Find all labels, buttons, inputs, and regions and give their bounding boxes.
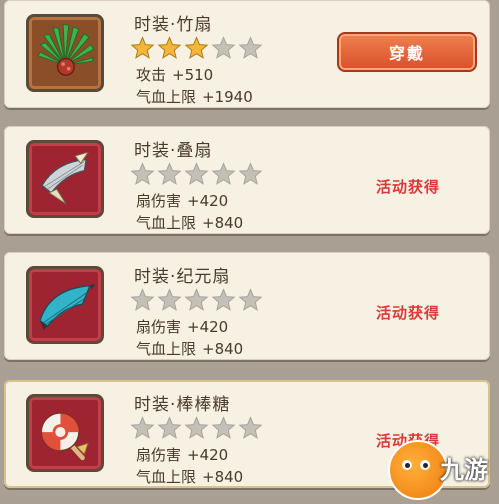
star-filled-icon	[157, 36, 182, 59]
stat-label: 气血上限	[136, 340, 197, 358]
star-empty-icon	[211, 288, 236, 311]
star-filled-icon	[184, 36, 209, 59]
source-label: 活动获得	[376, 304, 441, 322]
item-name: 时装·竹扇	[134, 15, 213, 35]
stat-label: 气血上限	[136, 214, 197, 232]
costume-card-folding-fan: 时装·叠扇 扇伤害 +420 气血上限 +840 活动获得	[4, 126, 490, 234]
star-empty-icon	[238, 162, 263, 185]
watermark-text: 九游	[440, 456, 488, 484]
stat-label: 气血上限	[136, 88, 197, 106]
stat-line: 气血上限 +1940	[136, 86, 253, 107]
star-empty-icon	[157, 416, 182, 439]
item-name: 时装·叠扇	[134, 141, 213, 161]
star-empty-icon	[211, 36, 236, 59]
folding-fan-icon	[26, 140, 104, 218]
costume-card-bamboo-fan: 时装·竹扇 攻击 +510 气血上限 +1940 穿戴	[4, 0, 490, 108]
stat-label: 扇伤害	[136, 192, 182, 210]
stat-line: 扇伤害 +420	[136, 444, 228, 465]
stat-label: 扇伤害	[136, 318, 182, 336]
star-filled-icon	[130, 36, 155, 59]
stat-line: 扇伤害 +420	[136, 316, 228, 337]
bamboo-fan-icon	[26, 14, 104, 92]
star-empty-icon	[157, 162, 182, 185]
star-empty-icon	[157, 288, 182, 311]
stat-line: 气血上限 +840	[136, 466, 243, 487]
epoch-fan-icon	[26, 266, 104, 344]
stat-line: 攻击 +510	[136, 64, 213, 85]
stat-line: 气血上限 +840	[136, 212, 243, 233]
star-empty-icon	[238, 288, 263, 311]
star-rating	[130, 416, 263, 440]
stat-value: +840	[202, 340, 244, 358]
star-empty-icon	[238, 416, 263, 439]
star-rating	[130, 36, 263, 60]
item-name: 时装·纪元扇	[134, 267, 231, 287]
stat-value: +840	[202, 214, 244, 232]
stat-label: 扇伤害	[136, 446, 182, 464]
stat-value: +510	[172, 66, 214, 84]
stat-label: 气血上限	[136, 468, 197, 486]
mascot-icon	[388, 440, 448, 500]
item-name: 时装·棒棒糖	[134, 395, 231, 415]
star-empty-icon	[211, 162, 236, 185]
star-empty-icon	[184, 416, 209, 439]
lollipop-icon	[26, 394, 104, 472]
stat-value: +840	[202, 468, 244, 486]
stat-line: 气血上限 +840	[136, 338, 243, 359]
costume-card-epoch-fan: 时装·纪元扇 扇伤害 +420 气血上限 +840 活动获得	[4, 252, 490, 360]
star-empty-icon	[238, 36, 263, 59]
star-rating	[130, 288, 263, 312]
stat-value: +1940	[202, 88, 253, 106]
star-empty-icon	[130, 162, 155, 185]
star-empty-icon	[211, 416, 236, 439]
star-empty-icon	[184, 162, 209, 185]
star-empty-icon	[184, 288, 209, 311]
watermark-logo: 九游	[388, 436, 496, 500]
stat-value: +420	[187, 318, 229, 336]
star-empty-icon	[130, 416, 155, 439]
star-empty-icon	[130, 288, 155, 311]
stat-value: +420	[187, 446, 229, 464]
stat-value: +420	[187, 192, 229, 210]
stat-line: 扇伤害 +420	[136, 190, 228, 211]
stat-label: 攻击	[136, 66, 167, 84]
wear-button[interactable]: 穿戴	[337, 32, 477, 72]
star-rating	[130, 162, 263, 186]
source-label: 活动获得	[376, 178, 441, 196]
